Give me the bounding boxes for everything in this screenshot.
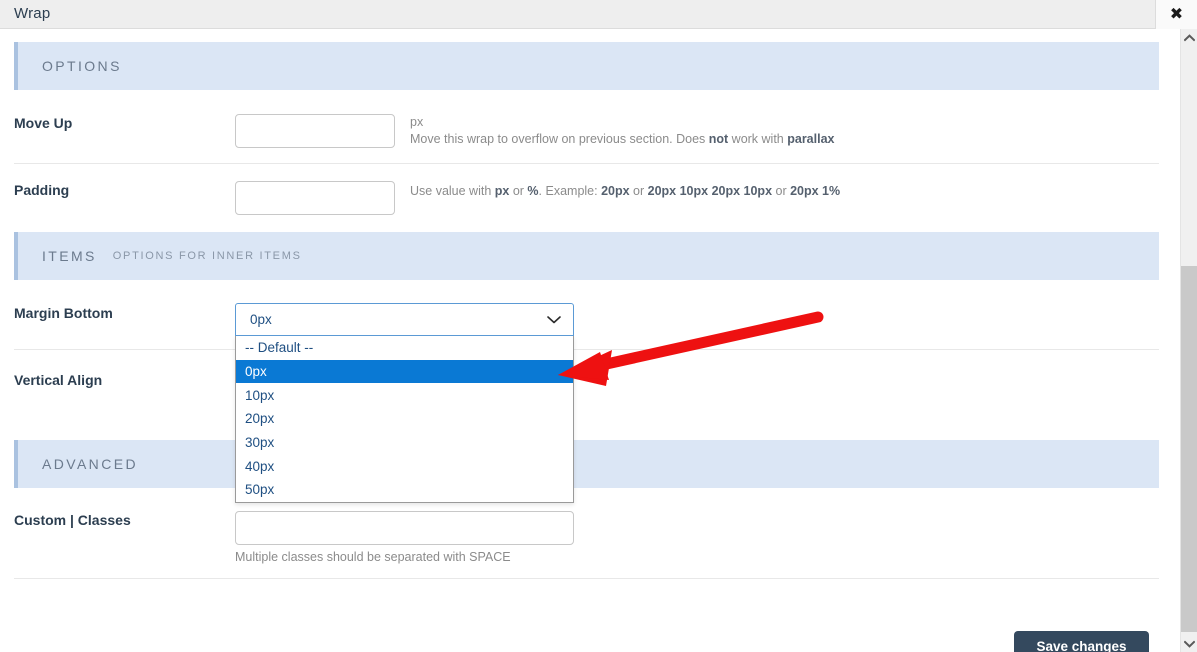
- help-move-up: px Move this wrap to overflow on previou…: [410, 114, 835, 148]
- scroll-down-button[interactable]: [1181, 635, 1197, 652]
- option-50px[interactable]: 50px: [236, 478, 573, 502]
- help-padding-mid: . Example:: [538, 184, 602, 198]
- margin-bottom-select[interactable]: 0px -- Default -- 0px 10px 20px 30px 40p…: [235, 303, 574, 503]
- label-vertical-align: Vertical Align: [14, 372, 103, 388]
- help-padding-or1: or: [509, 184, 528, 198]
- help-padding-b-ex1: 20px: [601, 184, 630, 198]
- help-padding-b-pct: %: [527, 184, 539, 198]
- close-icon: ✖: [1169, 5, 1184, 23]
- wrap-settings-modal: Wrap ✖ OPTIONS Move Up px Move this wrap…: [0, 0, 1197, 652]
- chevron-down-icon: [1183, 640, 1195, 648]
- divider-after-margin-bottom: [14, 349, 1159, 350]
- margin-bottom-option-list[interactable]: -- Default -- 0px 10px 20px 30px 40px 50…: [235, 336, 574, 503]
- section-title-advanced: ADVANCED: [42, 456, 138, 472]
- help-move-up-text-pre: Move this wrap to overflow on previous s…: [410, 132, 709, 146]
- help-move-up-bold-parallax: parallax: [787, 132, 835, 146]
- label-custom-classes: Custom | Classes: [14, 512, 131, 528]
- help-padding-pre: Use value with: [410, 184, 495, 198]
- close-button[interactable]: ✖: [1156, 0, 1197, 29]
- divider-footer: [14, 578, 1159, 579]
- section-subtitle-items: OPTIONS FOR INNER ITEMS: [112, 250, 302, 262]
- section-header-advanced: ADVANCED: [14, 440, 1159, 488]
- chevron-up-icon: [1183, 33, 1195, 41]
- help-move-up-text-mid: work with: [728, 132, 788, 146]
- option-20px[interactable]: 20px: [236, 407, 573, 431]
- help-custom-classes: Multiple classes should be separated wit…: [235, 550, 511, 564]
- help-padding-b-ex2: 20px 10px 20px 10px: [647, 184, 773, 198]
- modal-title: Wrap: [14, 5, 51, 22]
- section-title-items: ITEMS: [42, 248, 97, 264]
- option-default[interactable]: -- Default --: [236, 336, 573, 360]
- modal-titlebar: Wrap ✖: [0, 0, 1197, 29]
- option-10px[interactable]: 10px: [236, 383, 573, 407]
- label-padding: Padding: [14, 182, 70, 198]
- help-move-up-unit: px: [410, 115, 424, 129]
- option-40px[interactable]: 40px: [236, 454, 573, 478]
- section-header-items: ITEMS OPTIONS FOR INNER ITEMS: [14, 232, 1159, 280]
- section-header-options: OPTIONS: [14, 42, 1159, 90]
- custom-classes-input[interactable]: [235, 511, 574, 545]
- modal-body: OPTIONS Move Up px Move this wrap to ove…: [0, 30, 1180, 652]
- padding-input[interactable]: [235, 181, 395, 215]
- help-padding-or3: or: [772, 184, 791, 198]
- option-0px[interactable]: 0px: [236, 359, 573, 384]
- help-padding-b-px: px: [494, 184, 510, 198]
- save-changes-button[interactable]: Save changes: [1014, 631, 1149, 652]
- help-padding-or2: or: [629, 184, 648, 198]
- help-padding-b-ex3: 20px 1%: [790, 184, 841, 198]
- divider-after-move-up: [14, 163, 1159, 164]
- margin-bottom-select-box[interactable]: 0px: [235, 303, 574, 336]
- label-margin-bottom: Margin Bottom: [14, 305, 113, 321]
- move-up-input[interactable]: [235, 114, 395, 148]
- margin-bottom-selected-value: 0px: [250, 312, 272, 327]
- section-title-options: OPTIONS: [42, 58, 122, 74]
- label-move-up: Move Up: [14, 115, 73, 131]
- chevron-down-icon: [547, 315, 561, 324]
- scrollbar-thumb[interactable]: [1181, 266, 1197, 632]
- vertical-scrollbar[interactable]: [1180, 29, 1197, 652]
- option-30px[interactable]: 30px: [236, 431, 573, 455]
- scroll-up-button[interactable]: [1181, 29, 1197, 46]
- help-move-up-bold-not: not: [708, 132, 729, 146]
- help-padding: Use value with px or %. Example: 20px or…: [410, 183, 840, 200]
